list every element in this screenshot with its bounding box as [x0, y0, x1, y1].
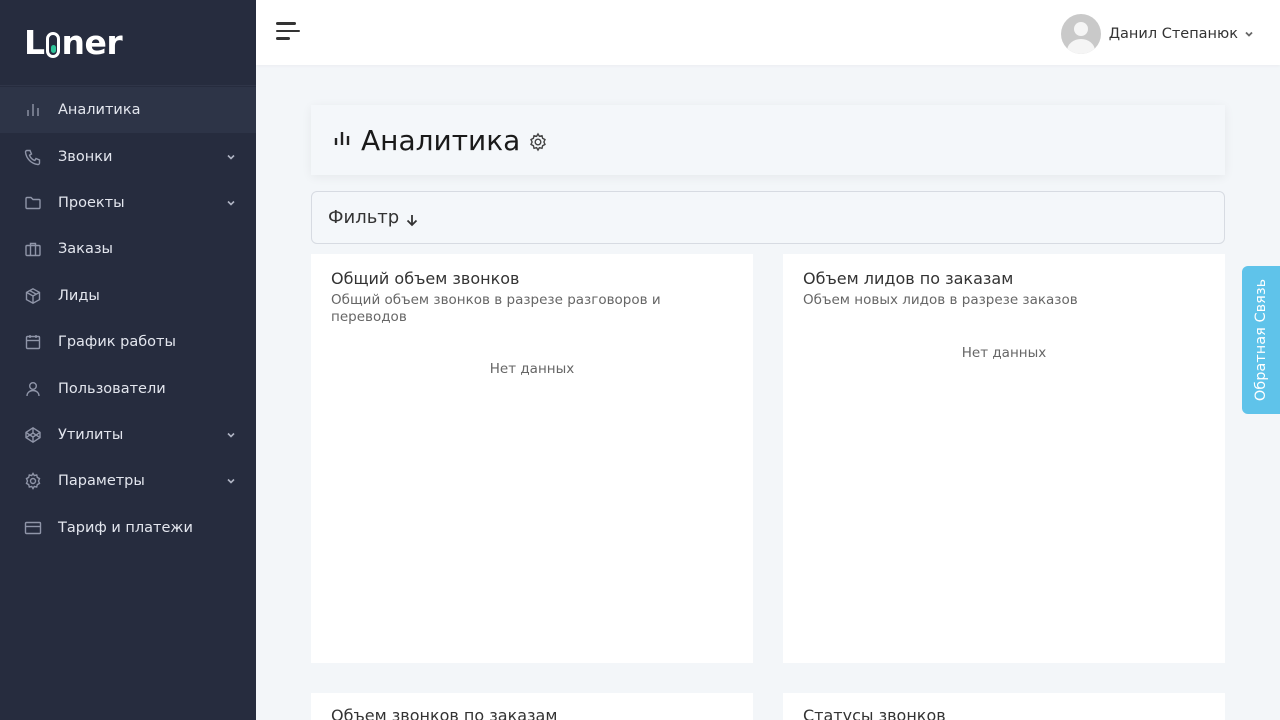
sidebar-item-label: Тариф и платежи: [58, 519, 193, 536]
sidebar-item-users[interactable]: Пользователи: [0, 365, 256, 411]
page-header: Аналитика: [311, 105, 1225, 175]
sidebar-item-label: Лиды: [58, 287, 100, 304]
sidebar-item-label: Пользователи: [58, 380, 166, 397]
feedback-label: Обратная Связь: [1253, 278, 1269, 402]
card-call-statuses: Статусы звонков: [783, 693, 1225, 720]
credit-card-icon: [24, 519, 42, 537]
logo-letters: ner: [61, 23, 123, 62]
codepen-icon: [24, 426, 42, 444]
sidebar-item-projects[interactable]: Проекты: [0, 180, 256, 226]
sidebar-item-label: Параметры: [58, 473, 145, 490]
avatar: [1060, 14, 1101, 54]
arrow-down-icon: [405, 213, 419, 227]
sidebar-item-label: Аналитика: [58, 102, 141, 119]
sidebar-item-label: Звонки: [58, 148, 113, 165]
user-name: Данил Степанюк: [1108, 26, 1238, 42]
card-subtitle: Объем новых лидов в разрезе заказов: [803, 292, 1078, 309]
sidebar-item-leads[interactable]: Лиды: [0, 273, 256, 319]
logo-text: Lner: [24, 23, 123, 62]
page-title: Аналитика: [361, 123, 521, 157]
sidebar: Lner Аналитика Звонки Проекты Заказы Лид…: [0, 0, 256, 720]
sidebar-item-orders[interactable]: Заказы: [0, 226, 256, 272]
filter-label: Фильтр: [328, 207, 400, 228]
user-icon: [24, 380, 42, 398]
calendar-icon: [24, 333, 42, 351]
sidebar-item-label: Заказы: [58, 241, 113, 258]
logo-o-mark: [45, 31, 60, 58]
chevron-down-icon: [226, 198, 236, 208]
briefcase-icon: [24, 240, 42, 258]
logo-letter: L: [24, 23, 45, 62]
card-calls-by-orders: Объем звонков по заказам: [311, 693, 753, 720]
empty-state: Нет данных: [489, 360, 575, 377]
phone-icon: [24, 148, 42, 166]
card-title: Общий объем звонков: [331, 269, 520, 288]
card-title: Статусы звонков: [803, 706, 946, 720]
sidebar-item-calls[interactable]: Звонки: [0, 133, 256, 179]
bar-chart-icon: [24, 101, 42, 119]
menu-toggle-icon[interactable]: [276, 22, 300, 42]
chevron-down-icon: [226, 476, 236, 486]
card-subtitle: Общий объем звонков в разрезе разговоров…: [331, 292, 661, 325]
gear-icon[interactable]: [528, 132, 548, 152]
folder-icon: [24, 194, 42, 212]
user-menu[interactable]: Данил Степанюк: [1060, 14, 1254, 54]
sidebar-nav: Аналитика Звонки Проекты Заказы Лиды Гра…: [0, 86, 256, 551]
sidebar-item-schedule[interactable]: График работы: [0, 319, 256, 365]
chevron-down-icon: [226, 152, 236, 162]
chevron-down-icon: [1244, 29, 1254, 39]
feedback-button[interactable]: Обратная Связь: [1242, 266, 1280, 414]
sidebar-item-analytics[interactable]: Аналитика: [0, 87, 256, 134]
sidebar-item-label: Утилиты: [58, 426, 124, 443]
sidebar-item-billing[interactable]: Тариф и платежи: [0, 505, 256, 551]
card-title: Объем звонков по заказам: [331, 706, 558, 720]
topbar: Данил Степанюк: [256, 0, 1280, 65]
sidebar-item-utilities[interactable]: Утилиты: [0, 412, 256, 458]
sidebar-item-settings[interactable]: Параметры: [0, 458, 256, 504]
sidebar-item-label: Проекты: [58, 194, 125, 211]
filter-toggle[interactable]: Фильтр: [311, 191, 1225, 244]
gear-icon: [24, 472, 42, 491]
logo[interactable]: Lner: [0, 0, 256, 86]
card-total-calls: Общий объем звонков Общий объем звонков …: [311, 254, 753, 663]
bar-chart-icon: [333, 129, 351, 151]
card-title: Объем лидов по заказам: [803, 269, 1014, 288]
sidebar-item-label: График работы: [58, 334, 176, 351]
card-leads-by-orders: Объем лидов по заказам Объем новых лидов…: [783, 254, 1225, 663]
empty-state: Нет данных: [961, 344, 1047, 361]
chevron-down-icon: [226, 430, 236, 440]
box-icon: [24, 287, 42, 305]
